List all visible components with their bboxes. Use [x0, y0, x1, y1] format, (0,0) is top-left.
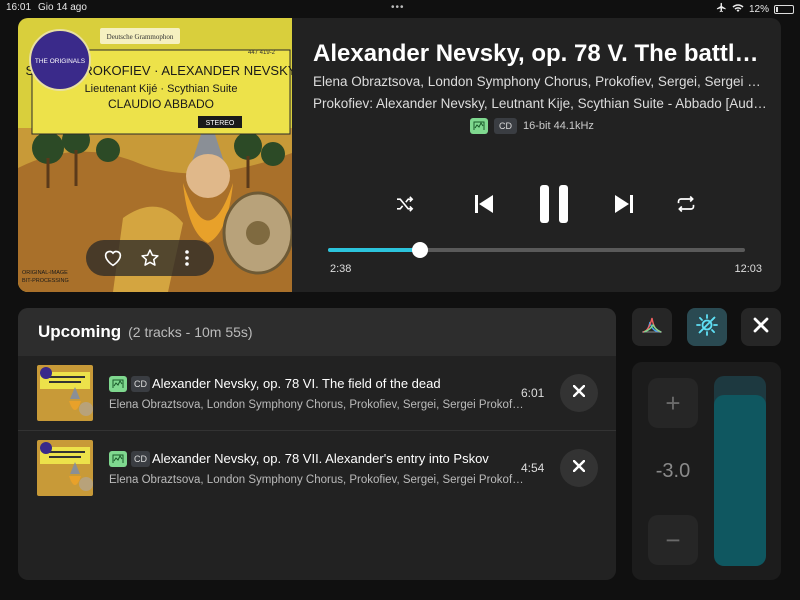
- queue-duration: 6:01: [521, 386, 545, 400]
- hires-icon: [109, 376, 127, 392]
- playback-controls: [388, 180, 695, 226]
- battery-percent: 12%: [748, 3, 769, 15]
- status-bar: 16:01 Gio 14 ago ••• 12%: [0, 0, 800, 16]
- minus-icon: −: [665, 524, 681, 555]
- queue-badges: CD: [109, 451, 150, 467]
- hires-icon: [109, 451, 127, 467]
- status-time: 16:01: [6, 2, 32, 13]
- hires-icon: [470, 118, 488, 134]
- heart-icon[interactable]: [100, 245, 126, 271]
- volume-slider-fill: [714, 395, 766, 566]
- cover-bottom-1: ORIGINAL-IMAGE: [22, 270, 68, 276]
- remove-from-queue-button[interactable]: [560, 374, 598, 412]
- cover-actions-bar: [86, 240, 214, 276]
- seek-played: [328, 248, 420, 252]
- remove-from-queue-button[interactable]: [560, 449, 598, 487]
- seek-thumb[interactable]: [411, 242, 428, 258]
- volume-up-button[interactable]: +: [648, 378, 698, 428]
- seek-bar[interactable]: [328, 242, 745, 258]
- track-artist[interactable]: Elena Obraztsova, London Symphony Chorus…: [313, 74, 768, 89]
- cover-stereo: STEREO: [206, 120, 235, 127]
- close-icon: [753, 317, 769, 338]
- format-badge: CD: [131, 451, 150, 467]
- cover-originals: THE ORIGINALS: [35, 58, 86, 65]
- upcoming-title: Upcoming: [38, 322, 122, 341]
- album-cover: Deutsche Grammophon 447 419-2 SERGE PROK…: [18, 18, 292, 292]
- next-icon[interactable]: [611, 191, 637, 217]
- cover-line2: Lieutenant Kijé · Scythian Suite: [85, 83, 238, 95]
- pause-icon[interactable]: [536, 183, 572, 225]
- volume-down-button[interactable]: −: [648, 515, 698, 565]
- format-badge: CD: [494, 118, 517, 134]
- close-icon: [572, 459, 586, 477]
- upcoming-panel: Upcoming (2 tracks - 10m 55s) CD Alexand…: [18, 308, 616, 580]
- airplane-icon: [716, 2, 727, 16]
- quality-text: 16-bit 44.1kHz: [523, 120, 594, 132]
- close-icon: [572, 384, 586, 402]
- time-elapsed: 2:38: [330, 263, 352, 275]
- now-playing-card: Deutsche Grammophon 447 419-2 SERGE PROK…: [18, 18, 781, 292]
- queue-artist: Elena Obraztsova, London Symphony Chorus…: [109, 474, 524, 486]
- waveform-icon: [641, 316, 663, 339]
- volume-panel: + -3.0 −: [632, 362, 781, 580]
- queue-cover: [37, 440, 93, 496]
- volume-slider[interactable]: [714, 376, 766, 566]
- upcoming-summary: (2 tracks - 10m 55s): [128, 324, 253, 340]
- shuffle-icon[interactable]: [393, 192, 417, 216]
- queue-artist: Elena Obraztsova, London Symphony Chorus…: [109, 399, 524, 411]
- star-icon[interactable]: [137, 245, 163, 271]
- cover-catalog: 447 419-2: [248, 50, 276, 56]
- volume-value: -3.0: [655, 460, 691, 482]
- format-badge: CD: [131, 376, 150, 392]
- queue-row[interactable]: CD Alexander Nevsky, op. 78 VII. Alexand…: [18, 431, 616, 506]
- battery-icon: [774, 4, 794, 14]
- multitasking-dots[interactable]: •••: [391, 2, 405, 13]
- upcoming-header: Upcoming (2 tracks - 10m 55s): [18, 308, 616, 356]
- close-panel-button[interactable]: [741, 308, 781, 346]
- track-album[interactable]: Prokofiev: Alexander Nevsky, Leutnant Ki…: [313, 96, 768, 111]
- queue-title: Alexander Nevsky, op. 78 VII. Alexander'…: [152, 451, 489, 466]
- queue-badges: CD: [109, 376, 150, 392]
- quality-info: CD 16-bit 44.1kHz: [470, 118, 594, 134]
- cover-line3: CLAUDIO ABBADO: [108, 97, 214, 111]
- wifi-icon: [732, 3, 744, 16]
- repeat-icon[interactable]: [674, 192, 698, 216]
- time-total: 12:03: [734, 263, 762, 275]
- queue-title: Alexander Nevsky, op. 78 VI. The field o…: [152, 376, 441, 391]
- cover-label-top: Deutsche Grammophon: [107, 33, 174, 41]
- more-vertical-icon[interactable]: [174, 245, 200, 271]
- status-right: 12%: [716, 2, 794, 16]
- previous-icon[interactable]: [471, 191, 497, 217]
- status-date: Gio 14 ago: [38, 2, 87, 13]
- queue-cover: [37, 365, 93, 421]
- plus-icon: +: [665, 387, 681, 418]
- track-title: Alexander Nevsky, op. 78 V. The battle o…: [313, 40, 768, 67]
- queue-row[interactable]: CD Alexander Nevsky, op. 78 VI. The fiel…: [18, 356, 616, 431]
- sun-icon: [696, 313, 718, 341]
- cover-bottom-2: BIT-PROCESSING: [22, 278, 69, 284]
- brightness-toggle-button[interactable]: [687, 308, 727, 346]
- visualizer-button[interactable]: [632, 308, 672, 346]
- queue-duration: 4:54: [521, 461, 545, 475]
